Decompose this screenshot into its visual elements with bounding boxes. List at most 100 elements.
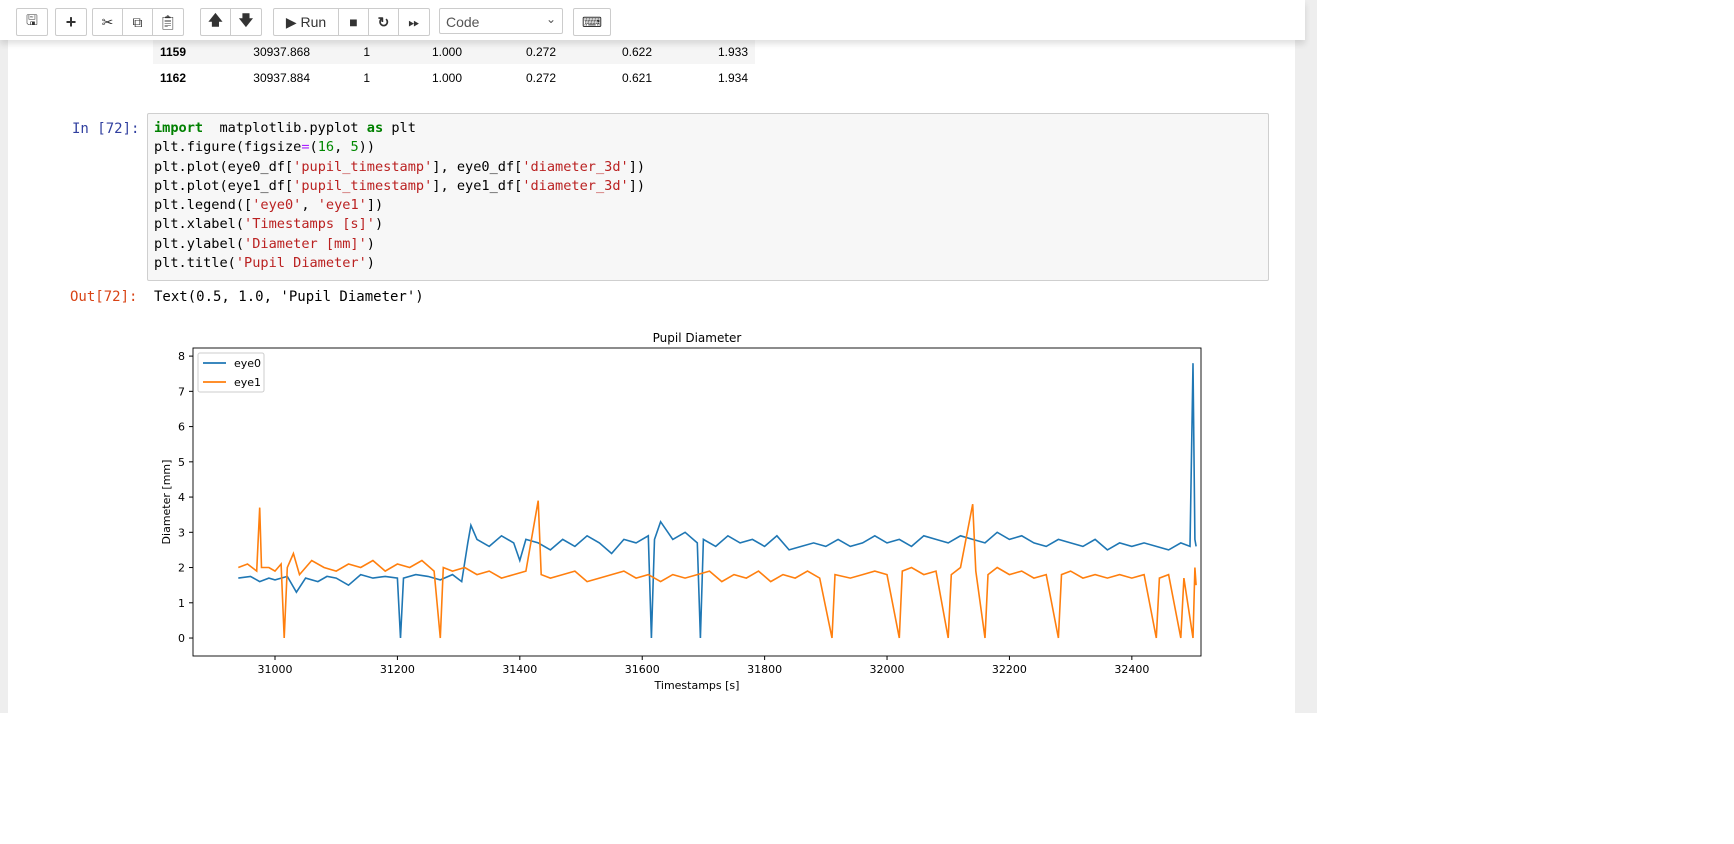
code-token: plt.plot(eye0_df[ — [154, 158, 294, 175]
code-token: plt.xlabel( — [154, 216, 245, 233]
code-line: plt.title('Pupil Diameter') — [154, 254, 1262, 273]
arrow-up-icon: 🡅 — [208, 12, 223, 28]
code-token: )) — [358, 139, 376, 156]
move-down-button[interactable]: 🡇 — [231, 9, 261, 35]
paste-button[interactable]: 📋︎ — [153, 9, 183, 35]
code-token: ], eye1_df[ — [432, 177, 523, 194]
table-cell: 1 — [363, 45, 370, 59]
code-line: plt.figure(figsize=(16, 5)) — [154, 138, 1262, 157]
code-line: plt.plot(eye1_df['pupil_timestamp'], eye… — [154, 177, 1262, 196]
interrupt-button[interactable]: ■ — [339, 9, 369, 35]
code-token: ]) — [628, 158, 646, 175]
code-token: 'eye1' — [317, 197, 367, 214]
run-group: ▶ Run ■ ↻ ⏩︎ — [273, 8, 430, 36]
code-token: 'pupil_timestamp' — [293, 158, 433, 175]
output-prompt: Out[72]: — [70, 289, 138, 305]
code-token: , — [301, 197, 318, 214]
code-token: ( — [309, 139, 318, 156]
cell-type-value: Code — [446, 14, 480, 30]
output-text: Text(0.5, 1.0, 'Pupil Diameter') — [154, 289, 424, 305]
code-token: ) — [366, 235, 375, 252]
code-line: import matplotlib.pyplot as plt — [154, 119, 1262, 138]
insert-cell-button[interactable]: + — [56, 9, 86, 35]
restart-icon: ↻ — [377, 13, 390, 30]
keyboard-icon: ⌨ — [581, 13, 603, 30]
table-cell: 0.622 — [621, 45, 652, 59]
chevron-down-icon: ⌄ — [545, 12, 556, 26]
table-cell: 0.621 — [621, 71, 652, 85]
cut-button[interactable]: ✂ — [93, 9, 123, 35]
code-token: 16 — [317, 139, 335, 156]
code-token: 'diameter_3d' — [522, 177, 629, 194]
code-token: ]) — [366, 197, 384, 214]
code-token: ) — [374, 216, 384, 233]
save-group: 🖫 — [16, 8, 48, 36]
move-up-button[interactable]: 🡅 — [201, 9, 231, 35]
notebook-page — [8, 0, 1295, 713]
command-palette-button[interactable]: ⌨ — [574, 9, 610, 35]
table-cell: 0.272 — [525, 71, 556, 85]
code-token: plt.ylabel( — [154, 235, 245, 252]
plus-icon: + — [65, 11, 77, 32]
code-token: ], eye0_df[ — [432, 158, 523, 175]
row-index: 1162 — [160, 71, 187, 85]
toolbar: 🖫 + ✂ ⧉ 📋︎ 🡅 🡇 ▶ Run ■ ↻ ⏩︎ Code ⌄ ⌨ — [0, 0, 1305, 40]
code-line: plt.ylabel('Diameter [mm]') — [154, 235, 1262, 254]
code-token: ]) — [628, 177, 646, 194]
code-token: 'diameter_3d' — [522, 158, 629, 175]
save-icon: 🖫 — [26, 12, 38, 28]
code-line: plt.plot(eye0_df['pupil_timestamp'], eye… — [154, 158, 1262, 177]
table-cell: 30937.868 — [253, 45, 310, 59]
code-token: plt.title( — [154, 255, 236, 272]
code-token: 'Timestamps [s]' — [244, 216, 375, 233]
fast-forward-icon: ⏩︎ — [408, 13, 420, 30]
code-token: matplotlib.pyplot — [203, 120, 367, 136]
code-token: plt.legend([ — [154, 197, 253, 214]
edit-group: ✂ ⧉ 📋︎ — [92, 8, 184, 36]
stop-icon: ■ — [349, 14, 358, 30]
code-token: plt.figure(figsize — [154, 139, 302, 156]
table-cell: 1.000 — [431, 71, 462, 85]
copy-button[interactable]: ⧉ — [123, 9, 153, 35]
table-cell: 1.000 — [431, 45, 462, 59]
move-group: 🡅 🡇 — [200, 8, 262, 36]
scissors-icon: ✂ — [101, 13, 114, 30]
code-token: ) — [366, 255, 375, 272]
code-token: plt — [383, 120, 416, 136]
code-token: 'eye0' — [252, 197, 302, 214]
keyboard-group: ⌨ — [573, 8, 611, 36]
play-icon: ▶ — [285, 13, 301, 30]
code-token: plt.plot(eye1_df[ — [154, 177, 294, 194]
code-editor[interactable]: import matplotlib.pyplot as plt plt.figur… — [147, 113, 1269, 281]
dataframe-table: 1159 30937.868 1 1.000 0.272 0.622 1.933… — [153, 40, 755, 92]
code-token: 'pupil_timestamp' — [293, 177, 433, 194]
table-row: 1159 30937.868 1 1.000 0.272 0.622 1.933 — [153, 40, 755, 64]
code-token: 'Pupil Diameter' — [235, 255, 367, 272]
code-token: 'Diameter [mm]' — [244, 235, 367, 252]
run-button[interactable]: ▶ Run — [274, 9, 339, 35]
row-index: 1159 — [160, 45, 187, 59]
copy-icon: ⧉ — [132, 13, 143, 30]
table-cell: 1.934 — [717, 71, 748, 85]
code-token: , — [334, 139, 351, 156]
run-all-button[interactable]: ⏩︎ — [399, 9, 429, 35]
table-row: 1162 30937.884 1 1.000 0.272 0.621 1.934 — [153, 64, 755, 92]
run-label: Run — [300, 14, 327, 30]
code-token: = — [301, 139, 310, 156]
cell-type-select[interactable]: Code ⌄ — [439, 8, 563, 34]
code-line: plt.legend(['eye0', 'eye1']) — [154, 196, 1262, 215]
save-button[interactable]: 🖫 — [17, 9, 47, 35]
code-token: import — [154, 120, 204, 136]
input-prompt: In [72]: — [72, 121, 140, 137]
table-cell: 0.272 — [525, 45, 556, 59]
table-cell: 1 — [363, 71, 370, 85]
arrow-down-icon: 🡇 — [238, 12, 254, 28]
code-token: as — [366, 120, 384, 136]
code-token: 5 — [350, 139, 359, 156]
insert-group: + — [55, 8, 87, 36]
code-line: plt.xlabel('Timestamps [s]') — [154, 215, 1262, 234]
restart-button[interactable]: ↻ — [369, 9, 399, 35]
table-cell: 30937.884 — [253, 71, 310, 85]
table-cell: 1.933 — [717, 45, 748, 59]
paste-icon: 📋︎ — [159, 13, 177, 30]
